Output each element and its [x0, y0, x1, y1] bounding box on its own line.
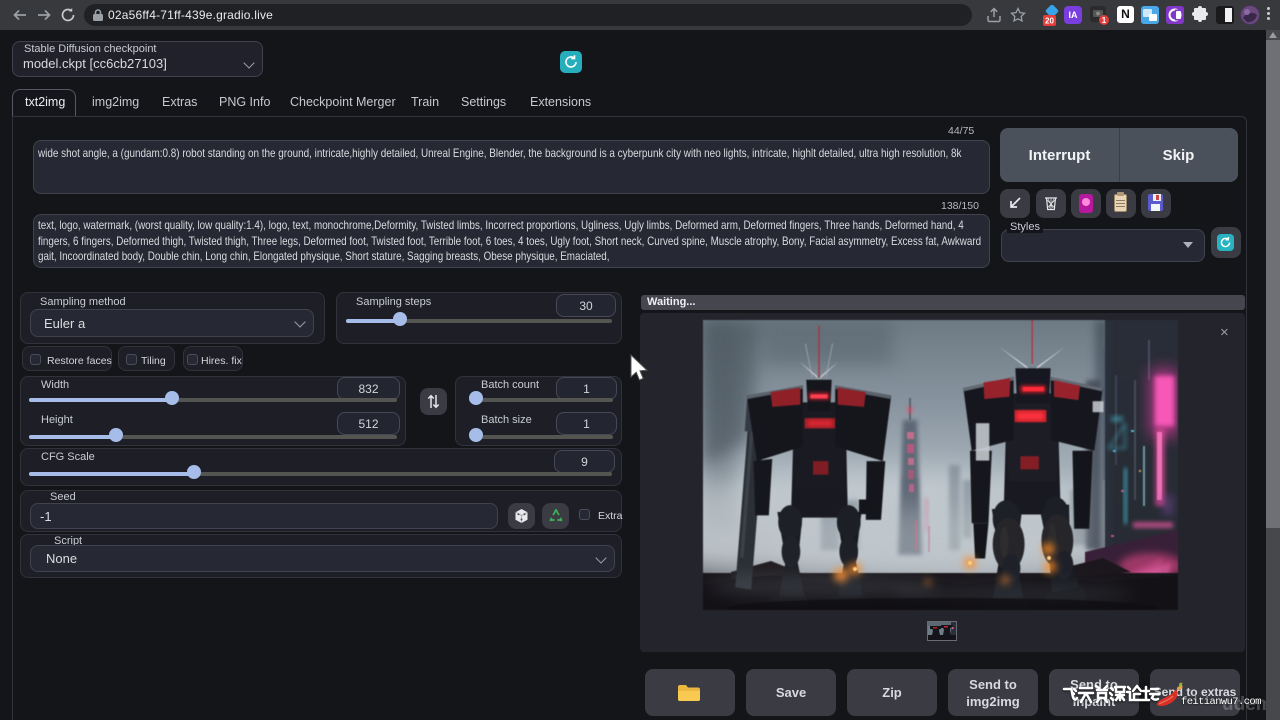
svg-text:1: 1 [1102, 16, 1107, 25]
svg-text:20: 20 [1045, 17, 1054, 26]
